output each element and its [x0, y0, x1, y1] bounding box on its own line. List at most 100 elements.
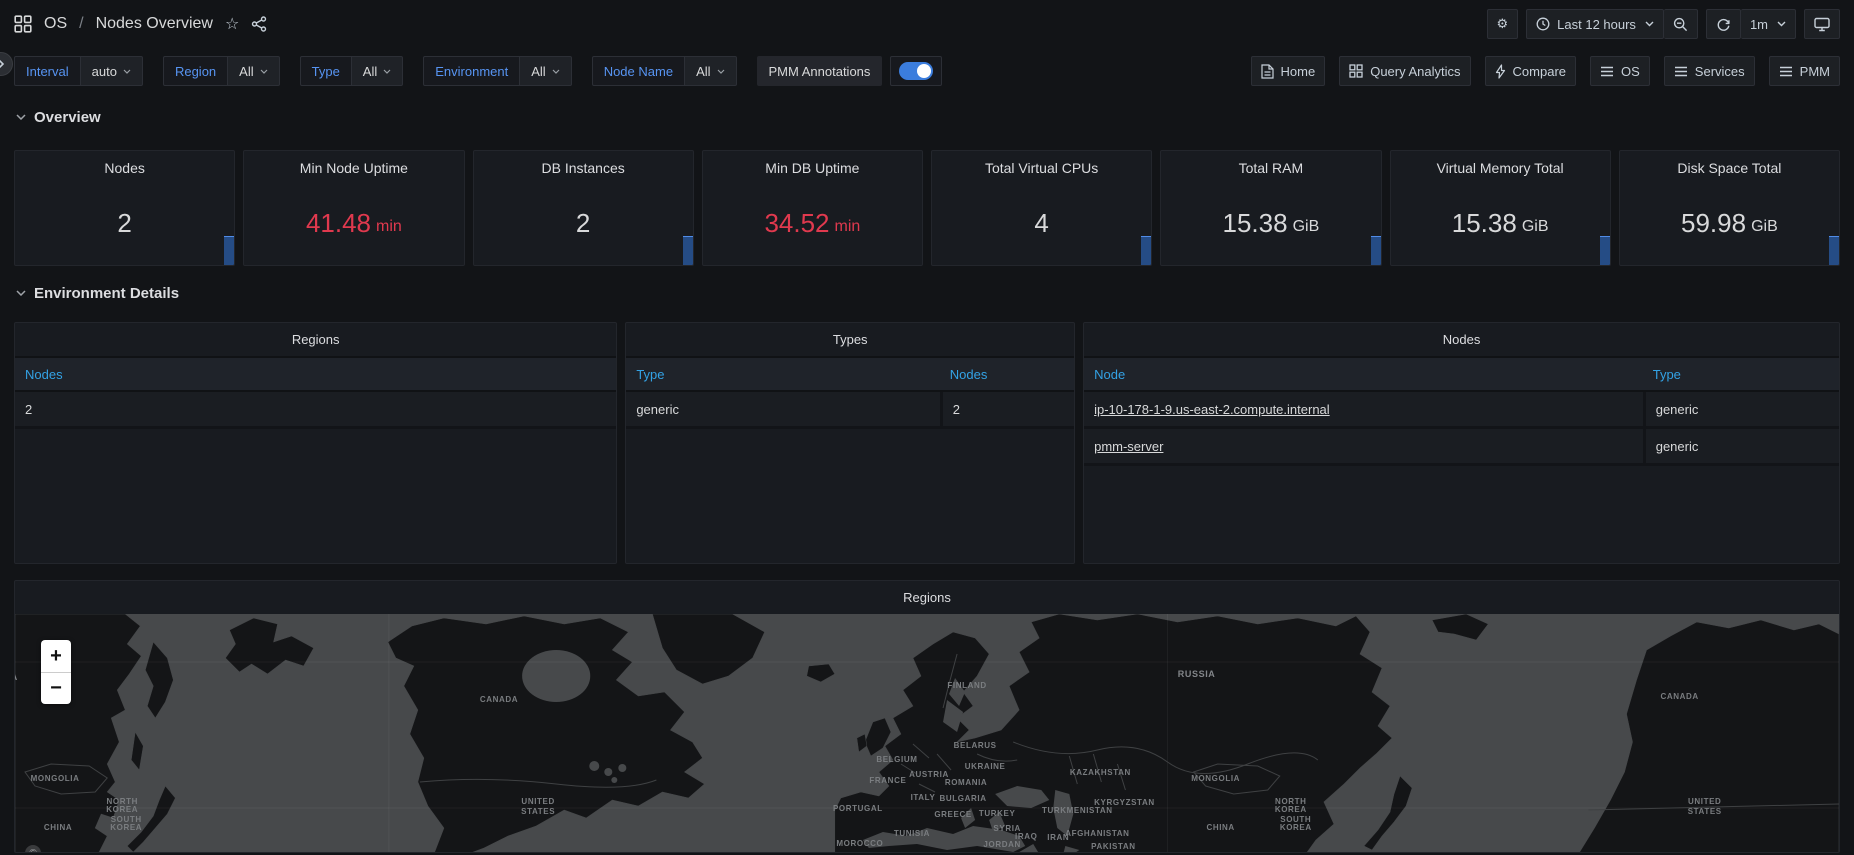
stat-panel-nodes[interactable]: Nodes 2 — [14, 150, 235, 266]
panel-title: Nodes — [1084, 323, 1839, 356]
gear-icon: ⚙ — [1497, 16, 1509, 32]
filter-region: Region All — [163, 56, 280, 86]
kiosk-mode-button[interactable] — [1804, 9, 1840, 39]
stat-title: Total Virtual CPUs — [932, 151, 1151, 176]
table-header-row: Nodes — [15, 356, 616, 392]
map-country-label: CANADA — [480, 695, 518, 704]
map-country-label: KOREA — [1280, 823, 1312, 832]
stat-panel-virtual-memory-total[interactable]: Virtual Memory Total 15.38 GiB — [1390, 150, 1611, 266]
filter-type-value[interactable]: All — [352, 56, 403, 86]
map-country-label: ROMANIA — [945, 778, 987, 787]
services-menu-button[interactable]: Services — [1664, 56, 1755, 86]
dashboard-settings-button[interactable]: ⚙ — [1487, 9, 1519, 39]
column-header[interactable]: Nodes — [15, 358, 616, 390]
star-icon[interactable]: ☆ — [225, 14, 239, 34]
stat-panel-total-ram[interactable]: Total RAM 15.38 GiB — [1160, 150, 1381, 266]
stat-panel-db-instances[interactable]: DB Instances 2 — [473, 150, 694, 266]
sparkline-bar — [1600, 236, 1610, 265]
node-link[interactable]: pmm-server — [1094, 439, 1163, 454]
column-header[interactable]: Type — [1643, 358, 1839, 390]
map-country-label: JORDAN — [983, 840, 1020, 849]
share-icon[interactable] — [251, 16, 267, 32]
filter-type: Type All — [300, 56, 404, 86]
chevron-down-icon — [552, 69, 560, 74]
os-menu-button[interactable]: OS — [1590, 56, 1650, 86]
stat-unit: min — [376, 218, 402, 236]
filter-environment-value[interactable]: All — [520, 56, 571, 86]
column-header[interactable]: Type — [626, 358, 939, 390]
stat-panel-disk-space-total[interactable]: Disk Space Total 59.98 GiB — [1619, 150, 1840, 266]
filter-node-name-label: Node Name — [592, 56, 685, 86]
section-overview[interactable]: Overview — [0, 102, 1854, 132]
map-country-label: BELARUS — [954, 741, 997, 750]
chevron-down-icon — [1645, 21, 1654, 27]
column-header[interactable]: Nodes — [940, 358, 1074, 390]
stat-value: 15.38 — [1223, 208, 1288, 239]
stat-panel-total-virtual-cpus[interactable]: Total Virtual CPUs 4 — [931, 150, 1152, 266]
chevron-down-icon — [383, 69, 391, 74]
map-zoom-out-button[interactable]: − — [41, 672, 71, 704]
menu-icon — [1674, 66, 1688, 77]
map-country-label: UNITED — [521, 797, 554, 806]
sparkline-bar — [1371, 236, 1381, 265]
table-cell: 2 — [940, 392, 1074, 426]
dashboard-controls-bar: Interval auto Region All Type All Enviro… — [0, 48, 1854, 94]
dashboards-grid-icon[interactable] — [14, 15, 32, 33]
map-country-label: RUSSIA — [1178, 669, 1216, 679]
stat-panel-min-db-uptime[interactable]: Min DB Uptime 34.52 min — [702, 150, 923, 266]
refresh-button[interactable] — [1706, 9, 1741, 39]
map-country-label: STATES — [1688, 807, 1722, 816]
chevron-right-icon — [0, 59, 5, 69]
filter-region-value[interactable]: All — [228, 56, 279, 86]
bolt-icon — [1495, 64, 1506, 79]
stat-unit: GiB — [1293, 218, 1320, 236]
map-country-label: TURKMENISTAN — [1042, 806, 1113, 815]
nodes-table-panel: Nodes Node Type ip-10-178-1-9.us-east-2.… — [1083, 322, 1840, 564]
section-title: Environment Details — [34, 285, 179, 302]
home-button[interactable]: Home — [1251, 56, 1326, 86]
map-country-label: FRANCE — [869, 776, 906, 785]
stat-panel-min-node-uptime[interactable]: Min Node Uptime 41.48 min — [243, 150, 464, 266]
stat-value: 2 — [576, 208, 590, 239]
time-range-label: Last 12 hours — [1557, 17, 1636, 32]
filter-node-name-value[interactable]: All — [685, 56, 736, 86]
map-country-label: ITALY — [911, 793, 936, 802]
section-title: Overview — [34, 109, 101, 126]
filter-interval-value[interactable]: auto — [81, 56, 143, 86]
pmm-menu-button[interactable]: PMM — [1769, 56, 1840, 86]
chevron-down-icon — [16, 290, 26, 296]
query-analytics-button[interactable]: Query Analytics — [1339, 56, 1470, 86]
map-country-label: MOROCCO — [836, 839, 883, 848]
menu-icon — [1779, 66, 1793, 77]
stat-title: Nodes — [15, 151, 234, 176]
table-header-row: Node Type — [1084, 356, 1839, 392]
section-environment-details[interactable]: Environment Details — [0, 278, 1854, 308]
zoom-out-time-button[interactable] — [1664, 9, 1698, 39]
map-country-label: AUSTRIA — [909, 770, 949, 779]
apps-grid-icon — [1349, 64, 1363, 78]
map-zoom-in-button[interactable]: + — [41, 640, 71, 672]
table-row: pmm-server generic — [1084, 429, 1839, 466]
map-country-label: MONGOLIA — [1191, 774, 1240, 783]
breadcrumb-app[interactable]: OS — [44, 15, 67, 33]
map-country-label: KOREA — [106, 805, 138, 814]
column-header[interactable]: Node — [1084, 358, 1643, 390]
top-navbar: OS / Nodes Overview ☆ ⚙ Last 12 hours — [0, 0, 1854, 48]
map-country-label: AFGHANISTAN — [1065, 829, 1129, 838]
chevron-down-icon — [123, 69, 131, 74]
compare-button[interactable]: Compare — [1485, 56, 1576, 86]
table-row: generic 2 — [626, 392, 1074, 429]
map-country-label: PAKISTAN — [1091, 842, 1136, 851]
node-link[interactable]: ip-10-178-1-9.us-east-2.compute.internal — [1094, 402, 1330, 417]
table-cell: generic — [626, 392, 939, 426]
time-range-picker[interactable]: Last 12 hours — [1526, 9, 1664, 39]
map-country-label: KYRGYZSTAN — [1094, 798, 1155, 807]
sparkline-bar — [1829, 236, 1839, 265]
map-country-label: BULGARIA — [940, 794, 987, 803]
filter-environment: Environment All — [423, 56, 571, 86]
refresh-interval-picker[interactable]: 1m — [1741, 9, 1796, 39]
pmm-annotations-toggle[interactable] — [890, 56, 942, 86]
dashboard-nav-buttons: Home Query Analytics Compare OS — [1251, 56, 1840, 86]
world-map[interactable]: + − — [15, 614, 1839, 853]
map-country-label: GREECE — [934, 810, 971, 819]
